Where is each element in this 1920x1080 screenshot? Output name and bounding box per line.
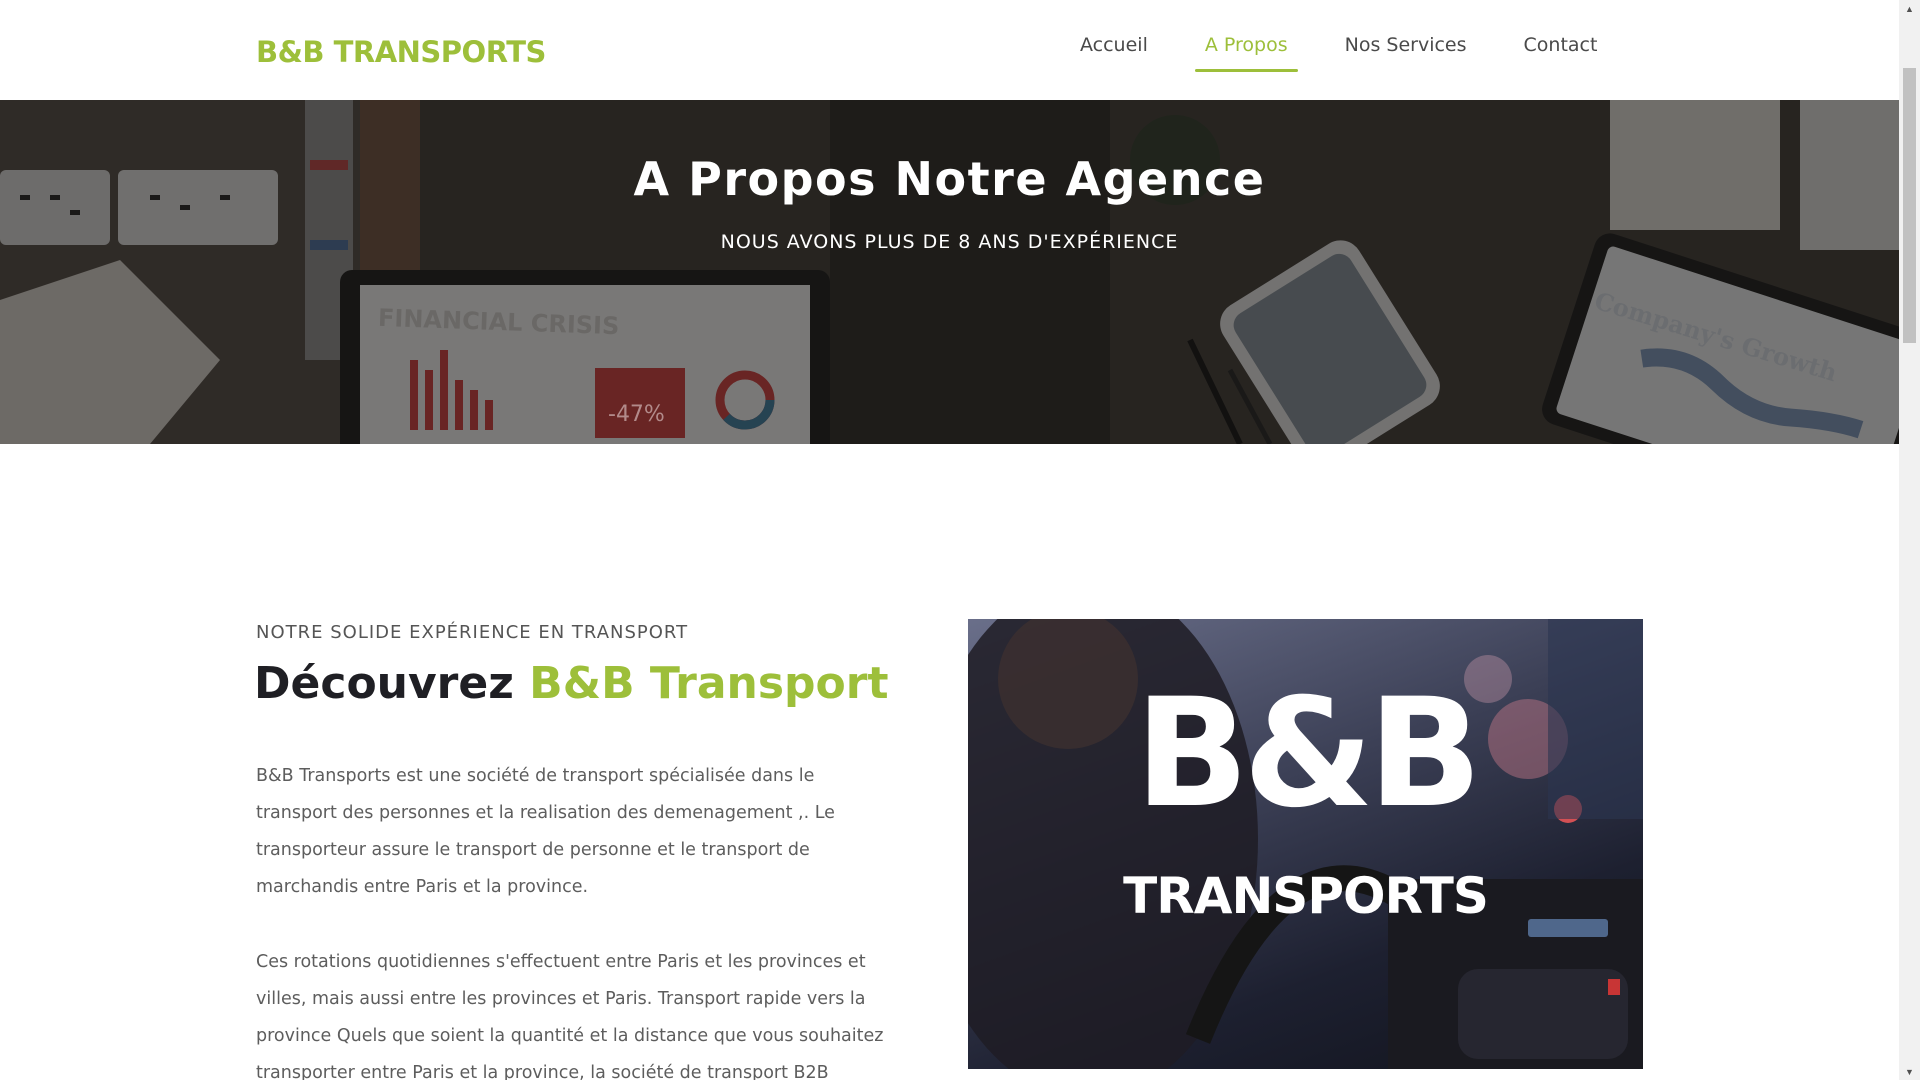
about-title-plain: Découvrez bbox=[254, 658, 514, 709]
page-scrollbar[interactable]: ▲ ▼ bbox=[1899, 0, 1920, 1080]
hero-subtitle: NOUS AVONS PLUS DE 8 ANS D'EXPÉRIENCE bbox=[720, 231, 1179, 253]
triangle-up-icon[interactable]: ▲ bbox=[1899, 0, 1920, 17]
site-logo[interactable]: B&B TRANSPORTS bbox=[256, 35, 546, 69]
main-nav: Accueil A Propos Nos Services Contact bbox=[1060, 0, 1634, 100]
nav-item-contact[interactable]: Contact bbox=[1504, 0, 1618, 100]
hero-title: A Propos Notre Agence bbox=[633, 152, 1266, 206]
nav-item-nos-services[interactable]: Nos Services bbox=[1325, 0, 1487, 100]
brand-image-small-text: TRANSPORTS bbox=[1123, 867, 1489, 925]
about-title-accent: B&B Transport bbox=[529, 658, 889, 709]
nav-item-accueil[interactable]: Accueil bbox=[1060, 0, 1168, 100]
nav-item-a-propos[interactable]: A Propos bbox=[1185, 0, 1308, 100]
hero-photo-laptop-value: -47% bbox=[608, 402, 665, 427]
about-title: Découvrez B&B Transport bbox=[254, 658, 888, 709]
brand-image-big-text: B&B bbox=[1134, 667, 1482, 841]
scrollbar-thumb[interactable] bbox=[1903, 68, 1916, 343]
site-header: B&B TRANSPORTS Accueil A Propos Nos Serv… bbox=[0, 0, 1899, 100]
about-paragraph-2: Ces rotations quotidiennes s'effectuent … bbox=[256, 952, 884, 1080]
brand-image: B&B TRANSPORTS bbox=[968, 619, 1643, 1069]
hero-banner: FINANCIAL CRISIS -47% Company's Growth A… bbox=[0, 100, 1899, 444]
triangle-down-icon[interactable]: ▼ bbox=[1899, 1063, 1920, 1080]
about-eyebrow: NOTRE SOLIDE EXPÉRIENCE EN TRANSPORT bbox=[256, 622, 689, 643]
about-paragraph-1: B&B Transports est une société de transp… bbox=[256, 766, 835, 897]
